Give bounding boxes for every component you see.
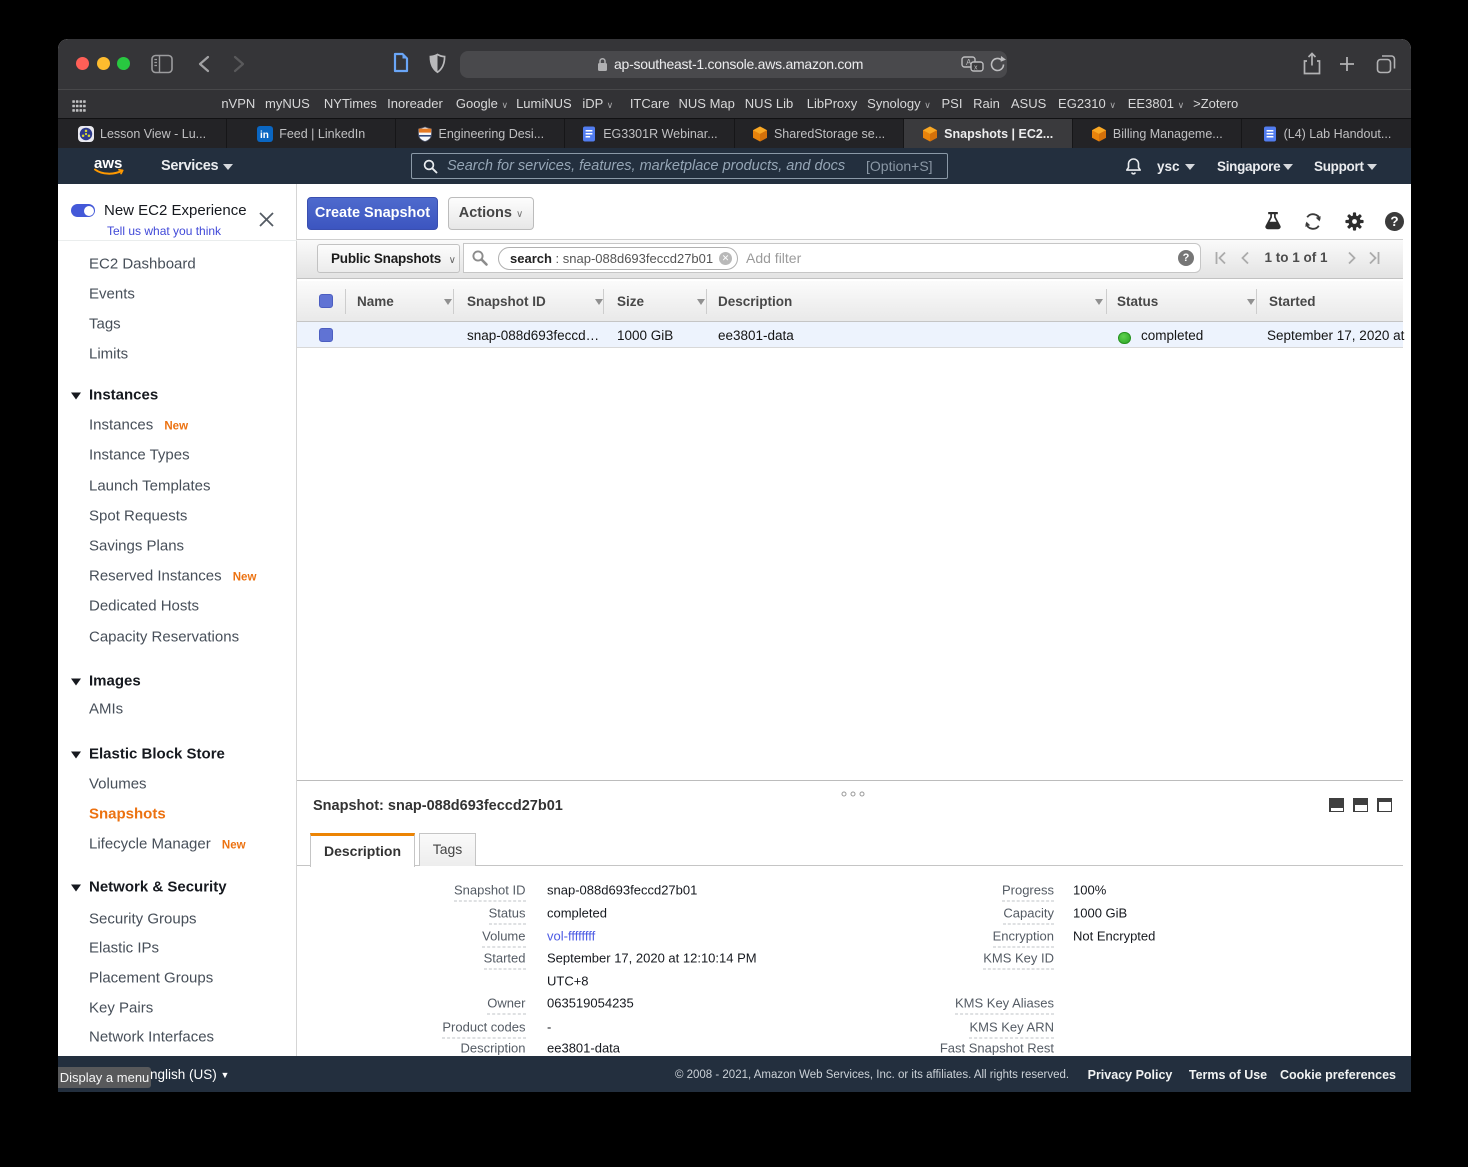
svg-text:in: in: [260, 130, 269, 141]
svg-text:x: x: [974, 65, 978, 72]
svg-text:aws: aws: [94, 155, 122, 172]
